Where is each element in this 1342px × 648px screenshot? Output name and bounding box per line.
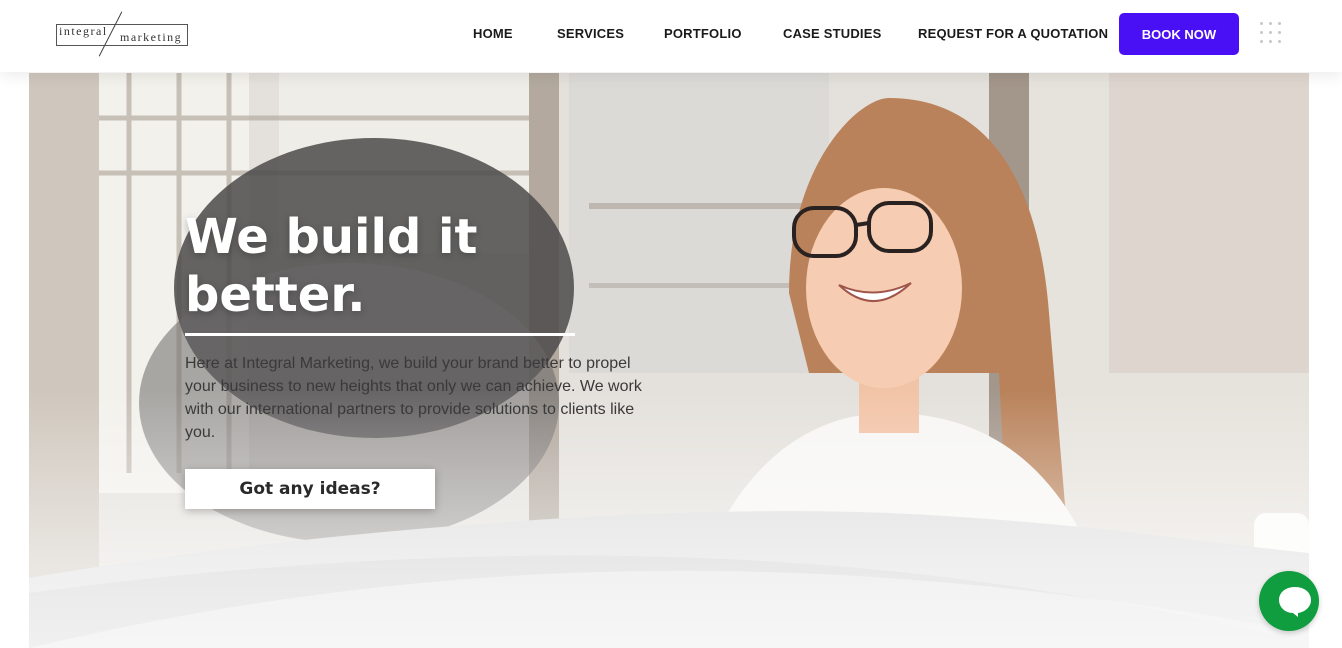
logo[interactable]: integral marketing [54,10,192,58]
nav-request-quotation[interactable]: REQUEST FOR A QUOTATION [918,26,1108,41]
logo-word-integral: integral [59,24,108,38]
nav-portfolio[interactable]: PORTFOLIO [664,26,742,41]
nav-services[interactable]: SERVICES [557,26,624,41]
logo-word-marketing: marketing [120,30,183,44]
chat-bubble-icon[interactable] [1259,571,1319,631]
got-ideas-button[interactable]: Got any ideas? [185,469,435,509]
nav-case-studies[interactable]: CASE STUDIES [783,26,881,41]
nav-home[interactable]: HOME [473,26,513,41]
site-header: integral marketing HOME SERVICES PORTFOL… [0,0,1342,72]
hero-description: Here at Integral Marketing, we build you… [185,355,642,441]
grid-menu-icon[interactable] [1260,22,1282,44]
book-now-button[interactable]: BOOK NOW [1119,13,1239,55]
headline-underline [185,333,575,336]
hero-headline: We build it better. [185,209,478,323]
